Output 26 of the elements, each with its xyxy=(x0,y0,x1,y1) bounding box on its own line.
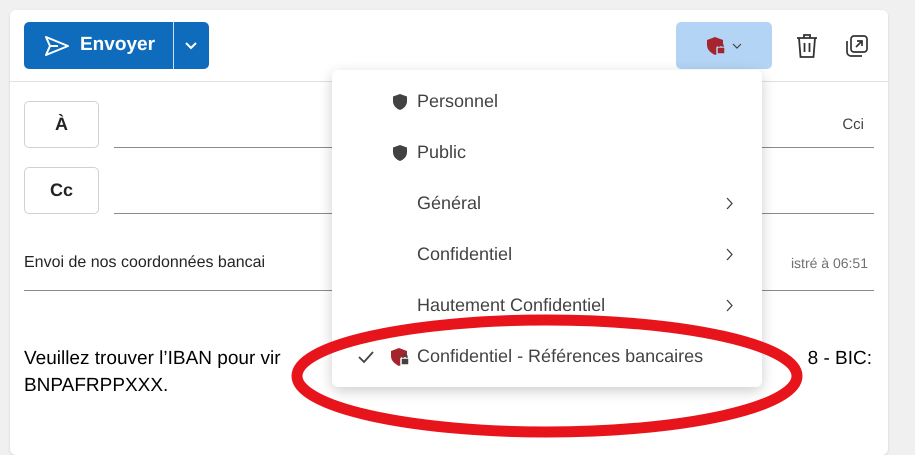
chevron-down-icon xyxy=(185,42,198,50)
bcc-link[interactable]: Cci xyxy=(842,114,864,136)
checkmark-icon xyxy=(358,350,374,362)
menu-item[interactable]: Confidentiel xyxy=(332,229,762,280)
shield-lock-icon xyxy=(390,346,410,366)
body-text: 8 - BIC: xyxy=(808,347,872,371)
shield-icon xyxy=(392,144,408,162)
menu-item[interactable]: Confidentiel - Références bancaires xyxy=(332,331,762,382)
menu-item[interactable]: Général xyxy=(332,178,762,229)
menu-item[interactable]: Personnel xyxy=(332,76,762,127)
body-text: BNPAFRPPXXX. xyxy=(24,374,170,398)
send-button[interactable]: Envoyer xyxy=(24,22,173,69)
trash-icon xyxy=(796,32,818,58)
chevron-down-icon xyxy=(732,42,742,48)
sensitivity-button[interactable] xyxy=(676,22,772,69)
recipient-button[interactable]: À xyxy=(24,101,99,148)
menu-item[interactable]: Hautement Confidentiel xyxy=(332,280,762,331)
shield-icon xyxy=(392,92,408,110)
recipient-button[interactable]: Cc xyxy=(24,167,99,214)
shield-lock-icon xyxy=(706,36,726,56)
send-icon xyxy=(44,34,70,56)
subject-text: Envoi de nos coordonnées bancai xyxy=(24,253,266,273)
saved-time-text: istré à 06:51 xyxy=(790,254,868,272)
menu-item[interactable]: Public xyxy=(332,127,762,178)
pop-out-icon xyxy=(846,34,868,56)
body-text: Veuillez trouver l’IBAN pour vir xyxy=(24,347,281,371)
